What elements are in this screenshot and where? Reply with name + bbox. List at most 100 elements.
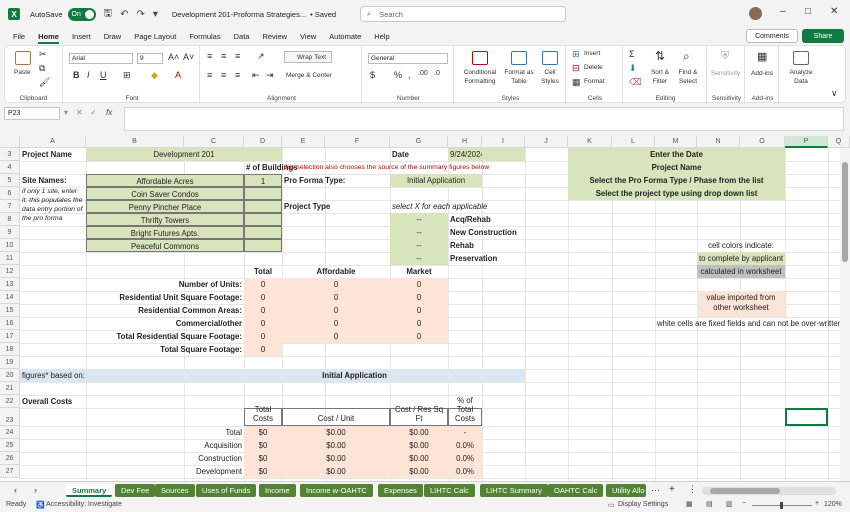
project-type-label[interactable]: Acq/Rehab bbox=[448, 213, 525, 226]
zoom-out-icon[interactable]: − bbox=[742, 500, 746, 507]
format-as-table-icon[interactable] bbox=[511, 51, 527, 65]
cost-pct-cell[interactable]: 0.0% bbox=[448, 465, 482, 478]
summary-market-cell[interactable]: 0 bbox=[390, 330, 448, 343]
column-header-j[interactable]: J bbox=[525, 136, 568, 148]
legend-calculated[interactable]: calculated in worksheet bbox=[697, 265, 785, 278]
share-button[interactable]: Share bbox=[802, 29, 844, 43]
cost-total-cell[interactable]: $0 bbox=[244, 465, 282, 478]
legend-white-note[interactable]: white cells are fixed fields and can not… bbox=[655, 317, 842, 330]
pro-forma-type-label[interactable]: Pro Forma Type: bbox=[282, 174, 390, 187]
avatar[interactable] bbox=[749, 7, 762, 20]
cost-total-cell[interactable]: $0 bbox=[244, 452, 282, 465]
site-name-cell[interactable]: Peaceful Commons bbox=[86, 239, 244, 252]
row-header-9[interactable]: 9 bbox=[0, 226, 20, 239]
sheet-tab-summary[interactable]: Summary bbox=[66, 484, 113, 497]
comma-icon[interactable]: , bbox=[408, 70, 411, 80]
row-header-8[interactable]: 8 bbox=[0, 213, 20, 226]
project-type-mark-cell[interactable]: -- bbox=[390, 252, 448, 265]
summary-label[interactable]: Total Square Footage: bbox=[20, 343, 244, 356]
display-settings-button[interactable]: Display Settings bbox=[618, 501, 668, 508]
column-header-e[interactable]: E bbox=[282, 136, 325, 148]
cost-row-label[interactable]: Development bbox=[20, 465, 244, 478]
cell-styles-button[interactable]: Cell Styles bbox=[536, 68, 564, 86]
scrollbar-thumb[interactable] bbox=[710, 488, 780, 494]
insert-cells-icon[interactable]: ⊞ bbox=[572, 49, 580, 60]
select-all-corner[interactable] bbox=[0, 136, 20, 148]
summary-total-cell[interactable]: 0 bbox=[244, 291, 282, 304]
project-type-label[interactable]: Preservation bbox=[448, 252, 525, 265]
row-header-3[interactable]: 3 bbox=[0, 148, 20, 161]
cost-header-sqft[interactable]: Cost / Res Sq Ft bbox=[390, 405, 448, 426]
instruction-cell[interactable]: Enter the Date bbox=[568, 148, 785, 161]
instruction-cell[interactable]: Select the project type using drop down … bbox=[568, 187, 785, 200]
align-bottom-icon[interactable]: ≡ bbox=[235, 51, 240, 61]
project-type-label[interactable]: Rehab bbox=[448, 239, 525, 252]
column-header-p[interactable]: P bbox=[785, 136, 828, 148]
date-cell[interactable]: 9/24/2024 bbox=[448, 148, 485, 161]
select-x-note[interactable]: select X for each applicable bbox=[390, 200, 487, 213]
row-header-21[interactable]: 21 bbox=[0, 382, 20, 395]
currency-icon[interactable]: $ bbox=[370, 70, 375, 80]
vertical-scrollbar[interactable] bbox=[840, 148, 850, 481]
cost-sqft-cell[interactable]: $0.00 bbox=[390, 426, 448, 439]
column-header-a[interactable]: A bbox=[20, 136, 86, 148]
zoom-level[interactable]: 120% bbox=[824, 501, 842, 508]
pro-forma-type-cell[interactable]: Initial Application bbox=[390, 174, 482, 187]
summary-affordable-cell[interactable]: 0 bbox=[282, 278, 390, 291]
font-color-icon[interactable]: A bbox=[175, 70, 181, 80]
cost-total-cell[interactable]: $0 bbox=[244, 426, 282, 439]
selection-note[interactable]: this selection also chooses the source o… bbox=[282, 161, 525, 174]
cost-unit-cell[interactable]: $0.00 bbox=[282, 426, 390, 439]
cost-header-unit[interactable]: Cost / Unit bbox=[282, 408, 390, 426]
tab-review[interactable]: Review bbox=[262, 32, 287, 41]
num-buildings-cell[interactable] bbox=[244, 187, 282, 200]
row-header-23[interactable]: 23 bbox=[0, 408, 20, 426]
column-header-c[interactable]: C bbox=[184, 136, 244, 148]
sheet-tab-lihtc-summary[interactable]: LIHTC Summary bbox=[480, 484, 548, 497]
summary-affordable-cell[interactable]: 0 bbox=[282, 330, 390, 343]
sheet-tab-utility-allo[interactable]: Utility Allo bbox=[606, 484, 646, 497]
zoom-slider[interactable] bbox=[752, 502, 812, 509]
column-header-b[interactable]: B bbox=[86, 136, 184, 148]
row-header-15[interactable]: 15 bbox=[0, 304, 20, 317]
project-type-label[interactable]: New Construction bbox=[448, 226, 525, 239]
align-top-icon[interactable]: ≡ bbox=[207, 51, 212, 61]
cost-unit-cell[interactable]: $0.00 bbox=[282, 465, 390, 478]
row-header-4[interactable]: 4 bbox=[0, 161, 20, 174]
percent-icon[interactable]: % bbox=[394, 70, 402, 80]
summary-total-cell[interactable]: 0 bbox=[244, 343, 282, 356]
column-header-o[interactable]: O bbox=[740, 136, 785, 148]
row-header-19[interactable]: 19 bbox=[0, 356, 20, 369]
row-header-24[interactable]: 24 bbox=[0, 426, 20, 439]
cost-row-label[interactable]: Construction bbox=[20, 452, 244, 465]
num-buildings-cell[interactable]: 1 bbox=[244, 174, 282, 187]
horizontal-scrollbar[interactable] bbox=[702, 487, 836, 495]
sheet-tab-sources[interactable]: Sources bbox=[155, 484, 195, 497]
column-header-n[interactable]: N bbox=[697, 136, 740, 148]
row-header-25[interactable]: 25 bbox=[0, 439, 20, 452]
insert-cells-button[interactable]: Insert bbox=[584, 50, 600, 57]
vertical-scrollbar-thumb[interactable] bbox=[842, 162, 848, 262]
site-note[interactable]: if only 1 site, enter it; this populates… bbox=[20, 187, 86, 239]
row-header-10[interactable]: 10 bbox=[0, 239, 20, 252]
row-header-17[interactable]: 17 bbox=[0, 330, 20, 343]
format-cells-button[interactable]: Format bbox=[584, 78, 605, 85]
zoom-in-icon[interactable]: + bbox=[815, 500, 819, 507]
num-buildings-header[interactable]: # of Buildings bbox=[244, 161, 298, 174]
name-box-dropdown-icon[interactable]: ▾ bbox=[64, 108, 68, 117]
summary-affordable-cell[interactable]: 0 bbox=[282, 291, 390, 304]
page-break-view-icon[interactable]: ▥ bbox=[726, 500, 733, 508]
sort-filter-button[interactable]: Sort & Filter bbox=[647, 68, 673, 86]
find-select-button[interactable]: Find & Select bbox=[675, 68, 701, 86]
conditional-formatting-button[interactable]: Conditional Formatting bbox=[458, 68, 502, 86]
row-header-22[interactable]: 22 bbox=[0, 395, 20, 408]
font-name-select[interactable]: Arial bbox=[69, 53, 133, 64]
page-layout-view-icon[interactable]: ▤ bbox=[706, 500, 713, 508]
column-header-l[interactable]: L bbox=[612, 136, 655, 148]
tab-view[interactable]: View bbox=[300, 32, 316, 41]
row-header-5[interactable]: 5 bbox=[0, 174, 20, 187]
summary-affordable-cell[interactable]: 0 bbox=[282, 304, 390, 317]
site-names-label[interactable]: Site Names: bbox=[20, 174, 86, 187]
cost-sqft-cell[interactable]: $0.00 bbox=[390, 439, 448, 452]
paste-button[interactable]: Paste bbox=[14, 69, 31, 76]
